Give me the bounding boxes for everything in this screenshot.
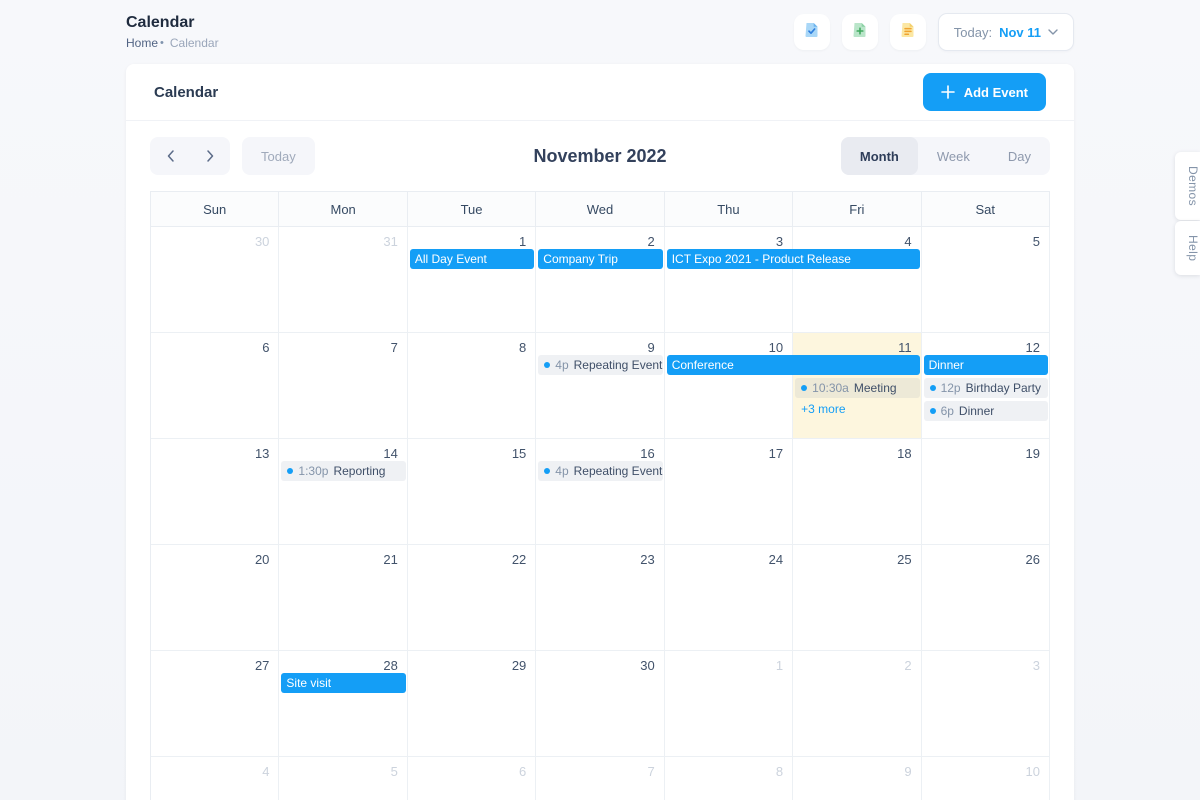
plus-icon [941,85,955,99]
event-dot-icon [287,468,293,474]
event-dot[interactable]: 1:30p Reporting [281,461,405,481]
events-layer: Site visit [151,651,1050,757]
side-tab-help[interactable]: Help [1175,221,1200,275]
weekday-header: Sat [922,192,1050,227]
chevron-left-icon [167,150,174,162]
event-time: 6p [941,404,954,418]
calendar-nav-group [150,137,230,175]
event-title: Reporting [333,464,385,478]
events-layer [151,545,1050,651]
weekday-header: Wed [536,192,664,227]
event-dot[interactable]: 4p Repeating Event [538,355,662,375]
weekday-header-row: SunMonTueWedThuFriSat [151,192,1050,227]
tab-month[interactable]: Month [841,137,918,175]
view-switcher: Month Week Day [841,137,1050,175]
event-time: 1:30p [298,464,328,478]
card-title: Calendar [154,84,218,101]
breadcrumb-home[interactable]: Home [126,36,158,50]
week-row: 303112345All Day EventCompany TripICT Ex… [151,227,1050,333]
tab-week[interactable]: Week [918,137,989,175]
week-row: 67891011124pRepeating EventConference10:… [151,333,1050,439]
card-body: Today November 2022 Month Week Day SunMo… [126,121,1074,800]
week-row: 131415161718191:30pReporting4pRepeating … [151,439,1050,545]
event-dot[interactable]: 6p Dinner [924,401,1048,421]
event-bar[interactable]: Site visit [281,673,405,693]
event-title: Repeating Event [574,358,663,372]
week-row: 45678910 [151,757,1050,800]
weekday-header: Sun [151,192,279,227]
event-bar[interactable]: Conference [667,355,920,375]
check-file-button[interactable] [794,14,830,50]
week-row: 20212223242526 [151,545,1050,651]
report-file-button[interactable] [890,14,926,50]
weekday-header: Mon [279,192,407,227]
event-time: 12p [941,381,961,395]
tab-day[interactable]: Day [989,137,1050,175]
week-row: 27282930123Site visit [151,651,1050,757]
event-bar[interactable]: All Day Event [410,249,534,269]
more-events-link[interactable]: +3 more [795,401,919,417]
today-button[interactable]: Today [242,137,315,175]
weekday-header: Fri [793,192,921,227]
event-time: 4p [555,464,568,478]
add-event-label: Add Event [964,85,1028,100]
event-dot-icon [930,385,936,391]
card-header: Calendar Add Event [126,64,1074,121]
chevron-right-icon [207,150,214,162]
event-dot-icon [930,408,936,414]
header-actions: Today: Nov 11 [794,13,1074,51]
add-file-icon [851,21,869,44]
chevron-down-icon [1048,29,1058,35]
event-bar[interactable]: ICT Expo 2021 - Product Release [667,249,920,269]
event-bar[interactable]: Company Trip [538,249,662,269]
event-dot-icon [801,385,807,391]
report-file-icon [899,21,917,44]
date-dropdown-label: Today: [954,25,992,40]
weekday-header: Tue [408,192,536,227]
events-layer [151,757,1050,800]
check-file-icon [803,21,821,44]
event-dot-icon [544,362,550,368]
event-title: Repeating Event [574,464,663,478]
calendar-weeks: 303112345All Day EventCompany TripICT Ex… [151,227,1050,800]
side-tab-demos[interactable]: Demos [1175,152,1200,220]
add-file-button[interactable] [842,14,878,50]
event-dot[interactable]: 12p Birthday Party [924,378,1048,398]
breadcrumb-separator: • [160,37,164,49]
events-layer: 4p Repeating Event Conference 10:30a Meeting… [151,333,1050,439]
prev-month-button[interactable] [150,137,190,175]
date-dropdown[interactable]: Today: Nov 11 [938,13,1074,51]
date-dropdown-value: Nov 11 [999,25,1041,40]
next-month-button[interactable] [190,137,230,175]
calendar-month-title: November 2022 [533,146,666,167]
events-layer: All Day EventCompany TripICT Expo 2021 -… [151,227,1050,333]
event-title: Meeting [854,381,897,395]
event-bar[interactable]: Dinner [924,355,1048,375]
event-dot[interactable]: 10:30a Meeting [795,378,919,398]
event-time: 10:30a [812,381,849,395]
add-event-button[interactable]: Add Event [923,73,1046,111]
calendar-card: Calendar Add Event [126,64,1074,800]
event-title: Birthday Party [966,381,1041,395]
breadcrumb-current: Calendar [170,36,219,50]
page-header: Calendar Home • Calendar [126,0,1074,64]
calendar-grid: SunMonTueWedThuFriSat 303112345All Day E… [150,191,1050,800]
event-dot-icon [544,468,550,474]
event-dot[interactable]: 4p Repeating Event [538,461,662,481]
breadcrumb: Home • Calendar [126,36,219,50]
event-time: 4p [555,358,568,372]
page-title: Calendar [126,14,219,32]
event-title: Dinner [959,404,994,418]
calendar-toolbar: Today November 2022 Month Week Day [150,137,1050,175]
page-title-block: Calendar Home • Calendar [126,14,219,50]
events-layer: 1:30p Reporting 4p Repeating Event [151,439,1050,545]
weekday-header: Thu [665,192,793,227]
